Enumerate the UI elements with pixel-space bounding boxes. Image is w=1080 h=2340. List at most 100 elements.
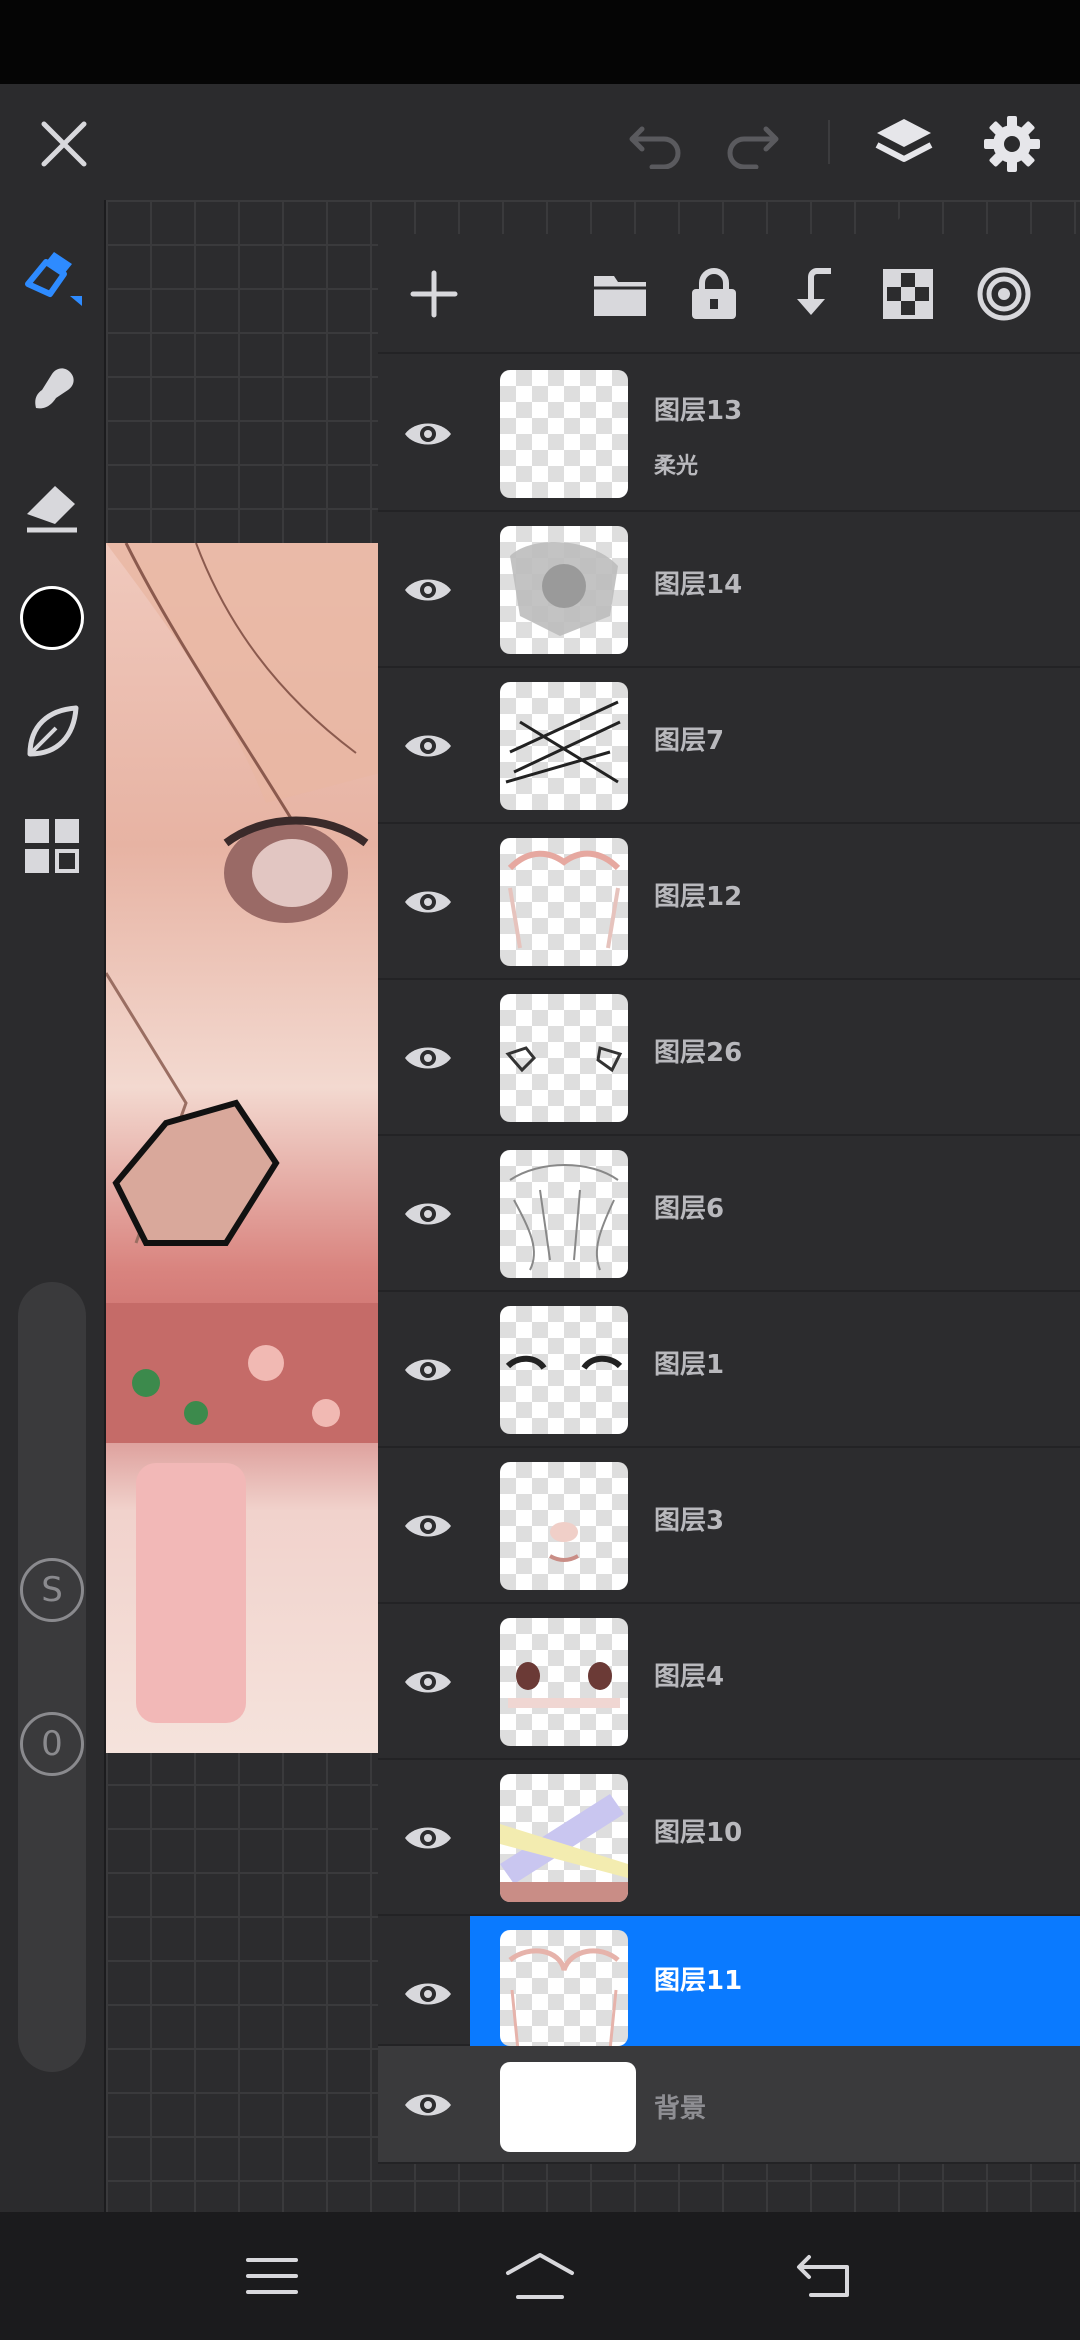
back-nav-button[interactable] <box>784 2236 864 2316</box>
visibility-toggle[interactable] <box>398 872 458 932</box>
leaf-tool[interactable] <box>12 692 92 772</box>
layer-thumbnail <box>500 1150 628 1278</box>
smudge-icon <box>35 368 74 409</box>
system-nav-bar <box>0 2212 1080 2340</box>
layer-row[interactable]: 图层12 <box>378 824 1080 980</box>
eraser-icon <box>27 486 77 533</box>
visibility-toggle[interactable] <box>398 1028 458 1088</box>
visibility-toggle[interactable] <box>398 1184 458 1244</box>
layer-row[interactable]: 图层26 <box>378 980 1080 1136</box>
layers-button[interactable] <box>864 104 944 184</box>
brush-slider-track[interactable] <box>18 1282 86 2072</box>
layer-thumbnail <box>500 682 628 810</box>
layer-name: 图层11 <box>654 1966 743 1996</box>
target-button[interactable] <box>974 264 1034 324</box>
home-nav-button[interactable] <box>500 2236 580 2316</box>
grid-menu-icon <box>25 819 79 873</box>
layer-row[interactable]: 图层7 <box>378 668 1080 824</box>
color-swatch[interactable] <box>12 578 92 658</box>
layer-name: 图层1 <box>654 1350 725 1380</box>
visibility-toggle[interactable] <box>398 1652 458 1712</box>
folder-button[interactable] <box>590 264 650 324</box>
layer-name: 图层26 <box>654 1038 743 1068</box>
opacity-label: 0 <box>41 1724 63 1764</box>
undo-button[interactable] <box>620 108 692 180</box>
layers-icon <box>875 119 933 162</box>
layer-name: 图层4 <box>654 1662 725 1692</box>
artwork-canvas[interactable] <box>106 543 380 1753</box>
lock-icon <box>692 268 736 319</box>
grid-menu-tool[interactable] <box>12 806 92 886</box>
layer-name: 图层10 <box>654 1818 743 1848</box>
current-color-circle <box>20 586 84 650</box>
layer-thumbnail <box>500 526 628 654</box>
layer-row[interactable]: 图层10 <box>378 1760 1080 1916</box>
visibility-toggle[interactable] <box>398 560 458 620</box>
visibility-toggle[interactable] <box>398 1964 458 2024</box>
eye-icon <box>405 1983 451 2005</box>
layer-row[interactable]: 图层6 <box>378 1136 1080 1292</box>
layer-thumbnail <box>500 1462 628 1590</box>
target-icon <box>977 267 1031 321</box>
add-layer-button[interactable] <box>404 264 464 324</box>
status-bar <box>0 0 1080 84</box>
layer-thumbnail <box>500 1306 628 1434</box>
layer-row[interactable]: 图层3 <box>378 1448 1080 1604</box>
smudge-tool[interactable] <box>12 350 92 430</box>
layer-thumbnail <box>500 370 628 498</box>
eye-icon <box>405 735 451 757</box>
layer-name: 图层12 <box>654 882 743 912</box>
settings-button[interactable] <box>972 104 1052 184</box>
menu-nav-button[interactable] <box>232 2236 312 2316</box>
eye-icon <box>405 1047 451 1069</box>
transparency-icon <box>883 269 933 319</box>
lock-button[interactable] <box>684 264 744 324</box>
redo-icon <box>727 126 779 169</box>
eye-icon <box>405 1203 451 1225</box>
layer-row[interactable]: 图层11 <box>378 1916 1080 2046</box>
layer-name: 背景 <box>654 2094 707 2124</box>
transparency-button[interactable] <box>878 264 938 324</box>
layer-row-background[interactable]: 背景 <box>378 2046 1080 2164</box>
eraser-tool[interactable] <box>12 464 92 544</box>
settings-icon <box>984 116 1040 172</box>
eye-icon <box>405 1359 451 1381</box>
eye-icon <box>405 2094 451 2116</box>
leaf-icon <box>27 705 79 757</box>
close-button[interactable] <box>28 108 100 180</box>
opacity-button[interactable]: 0 <box>20 1712 84 1776</box>
layer-thumbnail <box>500 1618 628 1746</box>
layer-thumbnail <box>500 994 628 1122</box>
eye-icon <box>405 1671 451 1693</box>
layer-name: 图层14 <box>654 570 743 600</box>
back-icon <box>797 2255 849 2297</box>
pen-tool[interactable] <box>12 236 92 316</box>
layer-row[interactable]: 图层14 <box>378 512 1080 668</box>
redo-button[interactable] <box>716 108 788 180</box>
eye-icon <box>405 1827 451 1849</box>
menu-icon <box>246 2258 298 2294</box>
blend-mode-label: 柔光 <box>654 454 699 479</box>
layer-row[interactable]: 图层1 <box>378 1292 1080 1448</box>
close-icon <box>41 121 87 167</box>
size-button[interactable]: S <box>20 1558 84 1622</box>
visibility-toggle[interactable] <box>398 404 458 464</box>
layers-panel-toolbar <box>378 234 1080 354</box>
visibility-toggle[interactable] <box>398 1808 458 1868</box>
eye-icon <box>405 579 451 601</box>
toolbar-divider <box>828 120 830 164</box>
visibility-toggle[interactable] <box>398 1496 458 1556</box>
layer-row[interactable]: 图层4 <box>378 1604 1080 1760</box>
eye-icon <box>405 1515 451 1537</box>
eye-icon <box>405 423 451 445</box>
layer-row[interactable]: 图层13 柔光 <box>378 356 1080 512</box>
layer-name: 图层7 <box>654 726 725 756</box>
merge-down-button[interactable] <box>782 264 842 324</box>
layer-thumbnail <box>500 1774 628 1902</box>
visibility-toggle[interactable] <box>398 716 458 776</box>
visibility-toggle[interactable] <box>398 2075 458 2135</box>
add-icon <box>410 270 458 318</box>
layer-name: 图层6 <box>654 1194 725 1224</box>
visibility-toggle[interactable] <box>398 1340 458 1400</box>
panel-pointer <box>882 214 926 236</box>
